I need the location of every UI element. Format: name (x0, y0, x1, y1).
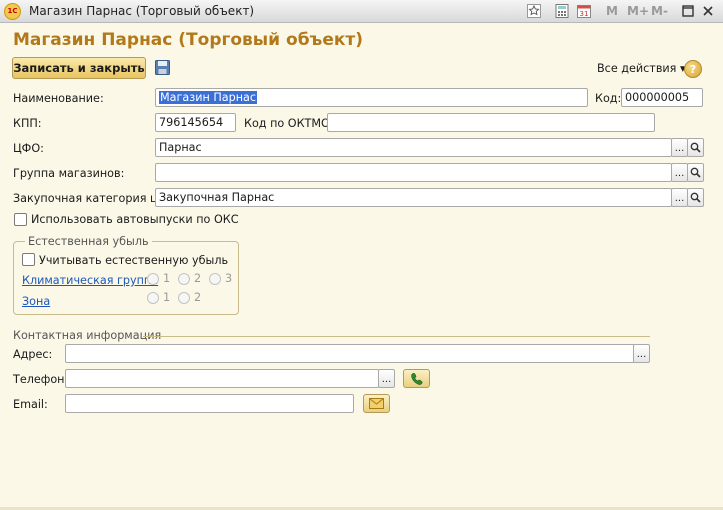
zone-link[interactable]: Зона (22, 295, 50, 308)
send-email-button[interactable] (363, 394, 390, 413)
memory-minus-button[interactable]: M- (651, 4, 668, 18)
favorite-star-icon[interactable] (526, 3, 542, 19)
address-select-button[interactable]: ... (633, 344, 650, 363)
phone-select-button[interactable]: ... (378, 369, 395, 388)
phone-label: Телефон: (13, 373, 69, 386)
email-label: Email: (13, 398, 48, 411)
zone-radio-2[interactable] (178, 292, 190, 304)
auto-release-checkbox[interactable] (14, 213, 27, 226)
email-input[interactable] (65, 394, 354, 413)
climate-radio-1-label: 1 (163, 272, 171, 285)
name-input[interactable]: Магазин Парнас (155, 88, 588, 107)
zone-radio-1[interactable] (147, 292, 159, 304)
price-category-label: Закупочная категория цен: (13, 192, 176, 205)
climate-radio-2[interactable] (178, 273, 190, 285)
price-category-input[interactable]: Закупочная Парнас (155, 188, 672, 207)
code-label: Код: (595, 92, 622, 105)
page-title: Магазин Парнас (Торговый объект) (13, 30, 364, 50)
price-category-select-button[interactable]: ... (671, 188, 688, 207)
cfo-label: ЦФО: (13, 142, 44, 155)
cfo-select-button[interactable]: ... (671, 138, 688, 157)
app-logo-icon: 1С (4, 3, 21, 20)
all-actions-menu[interactable]: Все действия ▾ (597, 62, 686, 75)
code-input[interactable]: 000000005 (621, 88, 703, 107)
climate-group-link[interactable]: Климатическая группа (22, 274, 158, 287)
natural-loss-consider-label: Учитывать естественную убыль (39, 254, 229, 267)
auto-release-label: Использовать автовыпуски по ОКС (31, 213, 239, 226)
zone-radio-1-label: 1 (163, 291, 171, 304)
address-input[interactable] (65, 344, 635, 363)
name-label: Наименование: (13, 92, 104, 105)
save-icon[interactable] (155, 60, 170, 75)
memory-plus-button[interactable]: M+ (627, 4, 649, 18)
contact-info-legend: Контактная информация (10, 329, 165, 342)
climate-radio-2-label: 2 (194, 272, 202, 285)
kpp-input[interactable]: 796145654 (155, 113, 236, 132)
memory-m-button[interactable]: M (606, 4, 618, 18)
save-and-close-button[interactable]: Записать и закрыть (12, 57, 146, 79)
store-group-label: Группа магазинов: (13, 167, 125, 180)
natural-loss-legend: Естественная убыль (25, 235, 152, 248)
phone-input[interactable] (65, 369, 379, 388)
close-icon[interactable] (700, 3, 716, 19)
store-group-open-icon[interactable] (687, 163, 704, 182)
svg-text:31: 31 (580, 10, 589, 18)
price-category-open-icon[interactable] (687, 188, 704, 207)
climate-radio-1[interactable] (147, 273, 159, 285)
kpp-label: КПП: (13, 117, 42, 130)
oktmo-label: Код по ОКТМО: (244, 117, 334, 130)
calculator-icon[interactable] (554, 3, 570, 19)
zone-radio-2-label: 2 (194, 291, 202, 304)
contact-info-separator (143, 336, 650, 337)
envelope-icon (369, 398, 384, 409)
natural-loss-checkbox[interactable] (22, 253, 35, 266)
cfo-open-icon[interactable] (687, 138, 704, 157)
address-label: Адрес: (13, 348, 53, 361)
calendar-icon[interactable]: 31 (576, 3, 592, 19)
cfo-input[interactable]: Парнас (155, 138, 672, 157)
store-group-select-button[interactable]: ... (671, 163, 688, 182)
climate-radio-3[interactable] (209, 273, 221, 285)
phone-icon (410, 372, 422, 385)
window-title: Магазин Парнас (Торговый объект) (29, 4, 255, 18)
oktmo-input[interactable] (327, 113, 655, 132)
store-group-input[interactable] (155, 163, 672, 182)
help-icon[interactable]: ? (684, 60, 702, 78)
name-value: Магазин Парнас (159, 91, 258, 104)
phone-call-button[interactable] (403, 369, 430, 388)
climate-radio-3-label: 3 (225, 272, 233, 285)
maximize-icon[interactable] (680, 3, 696, 19)
